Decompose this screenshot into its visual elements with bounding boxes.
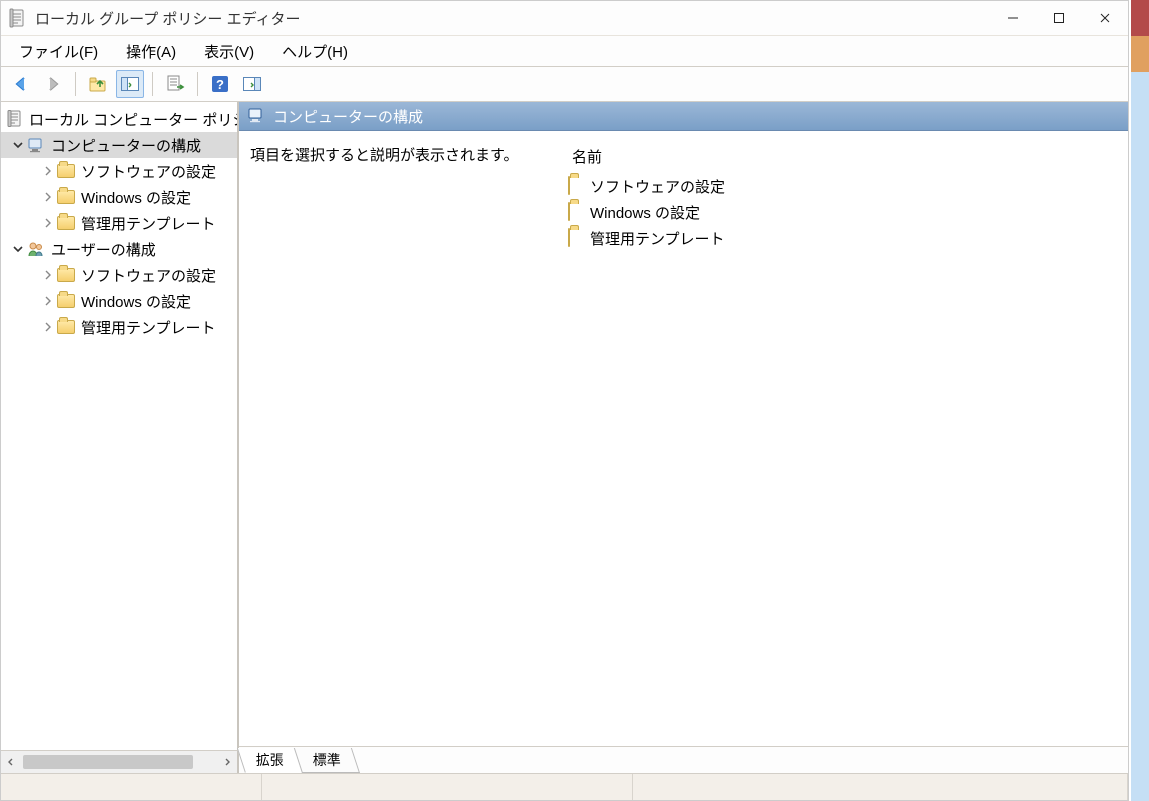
list-item-label: Windows の設定 <box>590 202 700 223</box>
result-pane-body: 項目を選択すると説明が表示されます。 名前 ソフトウェアの設定 Windows … <box>239 131 1128 746</box>
toolbar-separator <box>197 72 198 96</box>
help-button[interactable]: ? <box>206 70 234 98</box>
folder-icon <box>568 203 586 221</box>
computer-icon <box>247 107 265 125</box>
console-tree-pane: ローカル コンピューター ポリシ <box>1 102 239 773</box>
description-column: 項目を選択すると説明が表示されます。 <box>240 140 560 745</box>
tree-node-user-administrative-templates[interactable]: 管理用テンプレート <box>1 314 237 340</box>
menu-help[interactable]: ヘルプ(H) <box>268 38 362 65</box>
body-split: ローカル コンピューター ポリシ <box>1 102 1128 773</box>
result-pane-title: コンピューターの構成 <box>273 106 423 127</box>
folder-icon <box>57 214 75 232</box>
folder-icon <box>57 292 75 310</box>
list-item[interactable]: 管理用テンプレート <box>568 225 1119 251</box>
close-button[interactable] <box>1082 2 1128 34</box>
tree-node-label: 管理用テンプレート <box>79 316 218 339</box>
show-hide-action-pane-button[interactable] <box>238 70 266 98</box>
result-pane: コンピューターの構成 項目を選択すると説明が表示されます。 名前 ソフトウェアの… <box>239 102 1128 773</box>
console-tree[interactable]: ローカル コンピューター ポリシ <box>1 102 237 750</box>
menu-file[interactable]: ファイル(F) <box>5 38 112 65</box>
tree-node-windows-settings[interactable]: Windows の設定 <box>1 184 237 210</box>
tree-node-label: Windows の設定 <box>79 186 193 209</box>
list-item[interactable]: ソフトウェアの設定 <box>568 173 1119 199</box>
list-item[interactable]: Windows の設定 <box>568 199 1119 225</box>
tree-node-label: ソフトウェアの設定 <box>79 160 218 183</box>
toolbar-separator <box>152 72 153 96</box>
show-hide-console-tree-button[interactable] <box>116 70 144 98</box>
tree-root-local-computer-policy[interactable]: ローカル コンピューター ポリシ <box>1 106 237 132</box>
toolbar-separator <box>75 72 76 96</box>
forward-button[interactable] <box>39 70 67 98</box>
svg-text:?: ? <box>216 77 224 92</box>
scroll-right-button[interactable] <box>217 752 237 772</box>
users-icon <box>27 240 45 258</box>
status-cell <box>1 774 262 800</box>
menu-bar: ファイル(F) 操作(A) 表示(V) ヘルプ(H) <box>1 36 1128 67</box>
computer-icon <box>27 136 45 154</box>
description-text: 項目を選択すると説明が表示されます。 <box>250 147 519 164</box>
tree-node-software-settings[interactable]: ソフトウェアの設定 <box>1 158 237 184</box>
tab-standard[interactable]: 標準 <box>294 748 360 773</box>
app-icon <box>9 8 27 28</box>
folder-icon <box>568 177 586 195</box>
expander-open-icon[interactable] <box>11 138 25 152</box>
expander-closed-icon[interactable] <box>41 190 55 204</box>
maximize-button[interactable] <box>1036 2 1082 34</box>
folder-icon <box>568 229 586 247</box>
expander-closed-icon[interactable] <box>41 164 55 178</box>
window-title: ローカル グループ ポリシー エディター <box>35 8 301 29</box>
result-pane-header: コンピューターの構成 <box>239 102 1128 131</box>
export-list-button[interactable] <box>161 70 189 98</box>
scroll-track[interactable] <box>21 753 217 771</box>
tree-node-user-windows-settings[interactable]: Windows の設定 <box>1 288 237 314</box>
tree-node-label: ローカル コンピューター ポリシ <box>27 108 237 131</box>
result-pane-tabs: 拡張 標準 <box>239 746 1128 773</box>
list-item-label: ソフトウェアの設定 <box>590 176 725 197</box>
minimize-button[interactable] <box>990 2 1036 34</box>
background-window-strip <box>1131 0 1149 36</box>
tree-horizontal-scrollbar[interactable] <box>1 750 237 773</box>
toolbar: ? <box>1 67 1128 102</box>
tree-node-label: Windows の設定 <box>79 290 193 313</box>
tree-node-user-software-settings[interactable]: ソフトウェアの設定 <box>1 262 237 288</box>
status-cell <box>633 774 1128 800</box>
expander-open-icon[interactable] <box>11 242 25 256</box>
background-window-strip <box>1131 72 1149 801</box>
background-window-strip <box>1131 36 1149 72</box>
status-bar <box>1 773 1128 800</box>
list-column: 名前 ソフトウェアの設定 Windows の設定 管理用テンプレート <box>560 140 1127 745</box>
tree-node-label: ソフトウェアの設定 <box>79 264 218 287</box>
scroll-thumb[interactable] <box>23 755 193 769</box>
expander-closed-icon[interactable] <box>41 268 55 282</box>
tree-node-user-configuration[interactable]: ユーザーの構成 <box>1 236 237 262</box>
main-window: ローカル グループ ポリシー エディター ファイル(F) 操作(A) 表示(V)… <box>0 0 1129 801</box>
expander-closed-icon[interactable] <box>41 294 55 308</box>
menu-view[interactable]: 表示(V) <box>190 38 268 65</box>
folder-icon <box>57 162 75 180</box>
folder-icon <box>57 266 75 284</box>
folder-icon <box>57 318 75 336</box>
tab-label: 拡張 <box>256 750 284 770</box>
list-item-label: 管理用テンプレート <box>590 228 725 249</box>
up-one-level-button[interactable] <box>84 70 112 98</box>
status-cell <box>262 774 633 800</box>
tree-node-administrative-templates[interactable]: 管理用テンプレート <box>1 210 237 236</box>
tree-node-label: ユーザーの構成 <box>49 238 158 261</box>
back-button[interactable] <box>7 70 35 98</box>
policy-document-icon <box>7 110 23 128</box>
folder-icon <box>57 188 75 206</box>
expander-closed-icon[interactable] <box>41 320 55 334</box>
tab-extended[interactable]: 拡張 <box>237 748 303 773</box>
scroll-left-button[interactable] <box>1 752 21 772</box>
tab-label: 標準 <box>313 750 341 770</box>
tree-node-label: 管理用テンプレート <box>79 212 218 235</box>
tree-node-computer-configuration[interactable]: コンピューターの構成 <box>1 132 237 158</box>
app-frame: ローカル グループ ポリシー エディター ファイル(F) 操作(A) 表示(V)… <box>0 0 1149 801</box>
title-bar: ローカル グループ ポリシー エディター <box>1 1 1128 36</box>
expander-closed-icon[interactable] <box>41 216 55 230</box>
column-header-name[interactable]: 名前 <box>568 144 1119 173</box>
tree-node-label: コンピューターの構成 <box>49 134 203 157</box>
menu-action[interactable]: 操作(A) <box>112 38 190 65</box>
